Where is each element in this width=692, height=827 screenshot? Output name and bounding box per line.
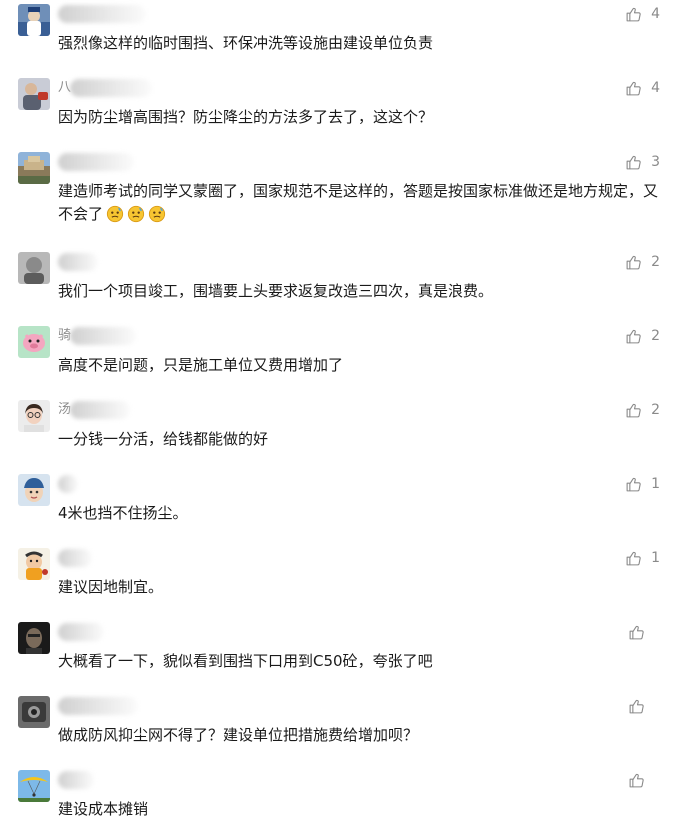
comment-text: 因为防尘增高围挡？防尘降尘的方法多了去了，这这个？ [58, 108, 434, 126]
like-button[interactable]: 2 [625, 400, 660, 420]
like-count: 1 [651, 476, 660, 492]
like-button[interactable]: 3 [625, 152, 660, 172]
like-count: 1 [651, 550, 660, 566]
avatar[interactable] [18, 548, 50, 580]
like-count: 2 [651, 328, 660, 344]
comment-text: 建议因地制宜。 [58, 578, 164, 596]
like-button[interactable]: 4 [625, 78, 660, 98]
comment-text: 大概看了一下，貌似看到围挡下口用到C50砼，夸张了吧 [58, 652, 433, 670]
awkward-emoji-icon [148, 205, 166, 223]
comment-list: 4 强烈像这样的临时围挡、环保冲洗等设施由建设单位负责 八 4 因为防尘增高围挡… [0, 0, 692, 827]
thumbs-up-icon [629, 625, 644, 639]
thumbs-up-icon [626, 255, 641, 269]
comment-text: 4米也挡不住扬尘。 [58, 504, 188, 522]
like-button[interactable] [628, 770, 660, 790]
comment-text: 做成防风抑尘网不得了？建设单位把措施费给增加呗？ [58, 726, 419, 744]
comment-text: 建设成本摊销 [58, 800, 149, 818]
commenter-name[interactable] [58, 152, 148, 172]
commenter-name[interactable] [58, 548, 148, 568]
like-count: 2 [651, 254, 660, 270]
like-count: 4 [651, 80, 660, 96]
like-button[interactable]: 1 [625, 548, 660, 568]
like-button[interactable]: 2 [625, 326, 660, 346]
avatar[interactable] [18, 622, 50, 654]
thumbs-up-icon [626, 7, 641, 21]
commenter-name[interactable] [58, 252, 148, 272]
thumbs-up-icon [626, 403, 641, 417]
commenter-name[interactable] [58, 622, 148, 642]
like-button[interactable]: 4 [625, 4, 660, 24]
like-button[interactable]: 2 [625, 252, 660, 272]
avatar[interactable] [18, 696, 50, 728]
avatar[interactable] [18, 326, 50, 358]
commenter-name[interactable]: 汤 [58, 400, 148, 420]
avatar[interactable] [18, 400, 50, 432]
thumbs-up-icon [626, 477, 641, 491]
avatar[interactable] [18, 152, 50, 184]
like-count: 3 [651, 154, 660, 170]
awkward-emoji-icon [106, 205, 124, 223]
avatar[interactable] [18, 770, 50, 802]
thumbs-up-icon [626, 81, 641, 95]
comment-text: 高度不是问题，只是施工单位又费用增加了 [58, 356, 344, 374]
comment-text: 建造师考试的同学又蒙圈了，国家规范不是这样的，答题是按国家标准做还是地方规定，又… [58, 180, 658, 226]
comment-text: 我们一个项目竣工，围墙要上头要求返复改造三四次，真是浪费。 [58, 282, 494, 300]
awkward-emoji-icon [127, 205, 145, 223]
like-button[interactable] [628, 696, 660, 716]
thumbs-up-icon [626, 155, 641, 169]
commenter-name[interactable]: 骑 [58, 326, 148, 346]
comment-text: 强烈像这样的临时围挡、环保冲洗等设施由建设单位负责 [58, 34, 434, 52]
like-count: 2 [651, 402, 660, 418]
comment-text: 一分钱一分活，给钱都能做的好 [58, 430, 269, 448]
commenter-name[interactable] [58, 474, 148, 494]
avatar[interactable] [18, 78, 50, 110]
thumbs-up-icon [626, 329, 641, 343]
commenter-name[interactable] [58, 696, 148, 716]
commenter-name[interactable]: 八 [58, 78, 152, 98]
thumbs-up-icon [626, 551, 641, 565]
thumbs-up-icon [629, 699, 644, 713]
like-count: 4 [651, 6, 660, 22]
like-button[interactable]: 1 [625, 474, 660, 494]
avatar[interactable] [18, 4, 50, 36]
commenter-name[interactable] [58, 770, 148, 790]
thumbs-up-icon [629, 773, 644, 787]
avatar[interactable] [18, 252, 50, 284]
like-button[interactable] [628, 622, 660, 642]
commenter-name[interactable] [58, 4, 148, 24]
avatar[interactable] [18, 474, 50, 506]
